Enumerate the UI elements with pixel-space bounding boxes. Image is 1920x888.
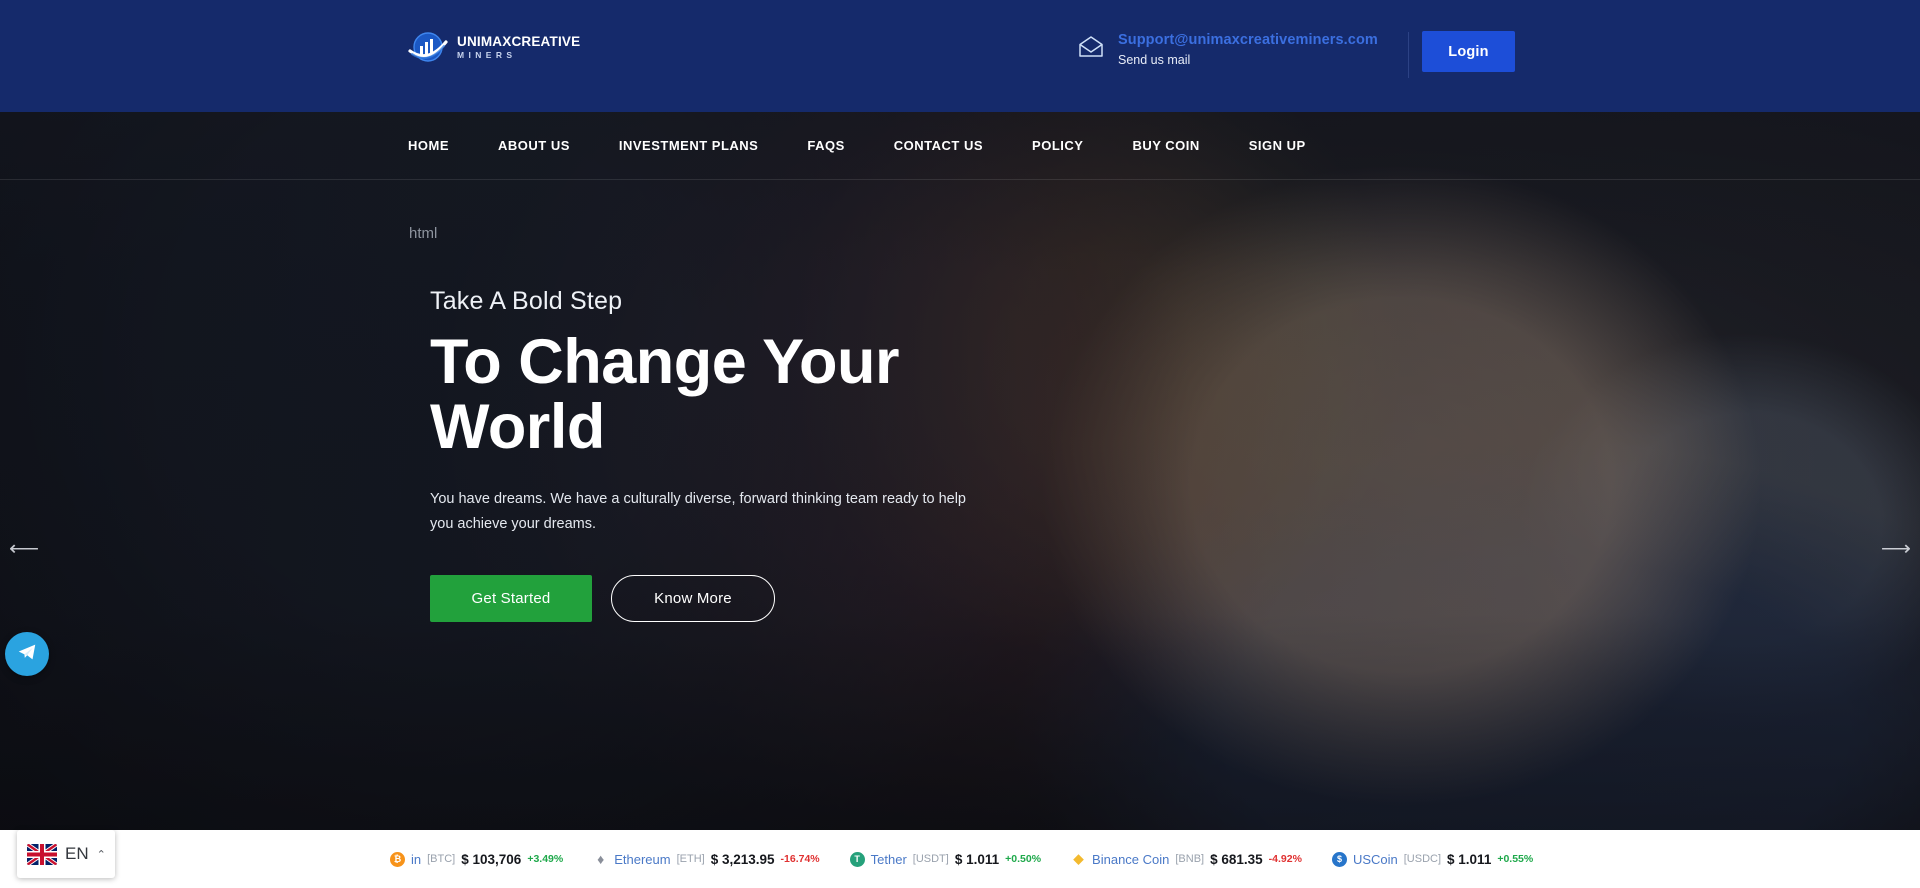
crypto-ticker-bar[interactable]: ₿ in [BTC] $ 103,706 +3.49% ♦ Ethereum [… xyxy=(0,830,1920,888)
ticker-item-bnb[interactable]: ◆ Binance Coin [BNB] $ 681.35 -4.92% xyxy=(1071,851,1302,867)
language-selector[interactable]: EN ⌃ xyxy=(17,830,115,878)
coin-price-eth: $ 3,213.95 xyxy=(710,851,775,867)
nav-item-home[interactable]: HOME xyxy=(408,138,449,153)
coin-price-bnb: $ 681.35 xyxy=(1210,851,1263,867)
nav-item-faqs[interactable]: FAQS xyxy=(807,138,844,153)
logo-wordmark: UNIMAXCREATIVE MINERS xyxy=(457,33,581,60)
coin-symbol-bnb: [BNB] xyxy=(1175,853,1205,865)
coin-name-eth: Ethereum xyxy=(614,851,671,867)
logo-subtitle: MINERS xyxy=(457,50,517,60)
nav-item-policy[interactable]: POLICY xyxy=(1032,138,1083,153)
ethereum-icon: ♦ xyxy=(597,851,605,867)
page-root: UNIMAXCREATIVE MINERS Support@unimaxcrea… xyxy=(0,0,1920,888)
nav-item-contact-us[interactable]: CONTACT US xyxy=(894,138,983,153)
coin-change-usdc: +0.55% xyxy=(1497,853,1534,865)
uk-flag-icon xyxy=(27,843,57,865)
ticker-track: ₿ in [BTC] $ 103,706 +3.49% ♦ Ethereum [… xyxy=(0,851,1563,867)
hero-headline-line2: World xyxy=(430,391,605,462)
coin-change-usdt: +0.50% xyxy=(1005,853,1042,865)
coin-name-usdt: Tether xyxy=(870,851,907,867)
binance-icon: ◆ xyxy=(1073,851,1084,866)
usdcoin-icon: $ xyxy=(1331,851,1347,867)
globe-chart-icon xyxy=(408,30,448,64)
hero-cta-row: Get Started Know More xyxy=(430,574,1050,622)
coin-name-bnb: Binance Coin xyxy=(1092,851,1170,867)
coin-symbol-btc: [BTC] xyxy=(427,853,456,865)
nav-item-about-us[interactable]: ABOUT US xyxy=(498,138,570,153)
coin-name-usdc: USCoin xyxy=(1352,851,1398,867)
telegram-icon xyxy=(16,641,38,668)
coin-symbol-usdc: [USDC] xyxy=(1403,853,1442,865)
header-divider xyxy=(1408,32,1409,78)
coin-symbol-usdt: [USDT] xyxy=(912,853,949,865)
telegram-float-button[interactable] xyxy=(5,632,49,676)
hero-headline: To Change Your World xyxy=(430,330,1050,460)
hero-headline-line1: To Change Your xyxy=(430,327,900,397)
coin-change-bnb: -4.92% xyxy=(1268,853,1302,865)
login-button[interactable]: Login xyxy=(1422,31,1515,72)
nav-item-buy-coin[interactable]: BUY COIN xyxy=(1132,138,1199,153)
chevron-up-icon: ⌃ xyxy=(96,848,106,861)
email-texts: Support@unimaxcreativeminers.com Send us… xyxy=(1118,32,1378,67)
hero-paragraph: You have dreams. We have a culturally di… xyxy=(430,490,966,533)
hero-section: HOME ABOUT US INVESTMENT PLANS FAQS CONT… xyxy=(0,112,1920,830)
support-email-link[interactable]: Support@unimaxcreativeminers.com xyxy=(1118,32,1378,48)
ticker-item-usdt[interactable]: T Tether [USDT] $ 1.011 +0.50% xyxy=(849,851,1042,867)
hero-eyebrow: Take A Bold Step xyxy=(430,287,623,315)
main-navigation: HOME ABOUT US INVESTMENT PLANS FAQS CONT… xyxy=(0,112,1920,180)
ticker-item-eth[interactable]: ♦ Ethereum [ETH] $ 3,213.95 -16.74% xyxy=(593,851,820,867)
ticker-item-usdc[interactable]: $ USCoin [USDC] $ 1.011 +0.55% xyxy=(1331,851,1534,867)
coin-change-eth: -16.74% xyxy=(780,853,820,865)
coin-price-btc: $ 103,706 xyxy=(461,851,522,867)
hero-content: Take A Bold Step To Change Your World Yo… xyxy=(430,287,1050,622)
tether-icon: T xyxy=(849,851,865,867)
coin-price-usdt: $ 1.011 xyxy=(954,851,1000,867)
carousel-next-arrow-icon[interactable]: ⟶ xyxy=(1881,536,1911,561)
logo-title: UNIMAXCREATIVE xyxy=(457,33,581,49)
envelope-icon xyxy=(1078,36,1104,58)
get-started-button[interactable]: Get Started xyxy=(430,574,592,622)
coin-name-btc: in xyxy=(411,851,422,867)
carousel-prev-arrow-icon[interactable]: ⟵ xyxy=(9,536,39,561)
coin-price-usdc: $ 1.011 xyxy=(1447,851,1492,867)
nav-items-group: HOME ABOUT US INVESTMENT PLANS FAQS CONT… xyxy=(408,138,1306,153)
html-text-artifact: html xyxy=(409,225,438,242)
contact-email-block[interactable]: Support@unimaxcreativeminers.com Send us… xyxy=(1078,32,1378,67)
know-more-button[interactable]: Know More xyxy=(611,574,775,622)
nav-item-sign-up[interactable]: SIGN UP xyxy=(1249,138,1306,153)
send-us-mail-caption: Send us mail xyxy=(1118,53,1191,67)
site-logo[interactable]: UNIMAXCREATIVE MINERS xyxy=(408,30,580,64)
top-header-bar: UNIMAXCREATIVE MINERS Support@unimaxcrea… xyxy=(0,0,1920,112)
language-code-label: EN xyxy=(65,844,89,863)
nav-item-investment-plans[interactable]: INVESTMENT PLANS xyxy=(619,138,758,153)
bitcoin-icon: ₿ xyxy=(390,851,405,867)
ticker-item-btc[interactable]: ₿ in [BTC] $ 103,706 +3.49% xyxy=(390,851,564,867)
coin-change-btc: +3.49% xyxy=(527,853,564,865)
coin-symbol-eth: [ETH] xyxy=(676,853,705,865)
